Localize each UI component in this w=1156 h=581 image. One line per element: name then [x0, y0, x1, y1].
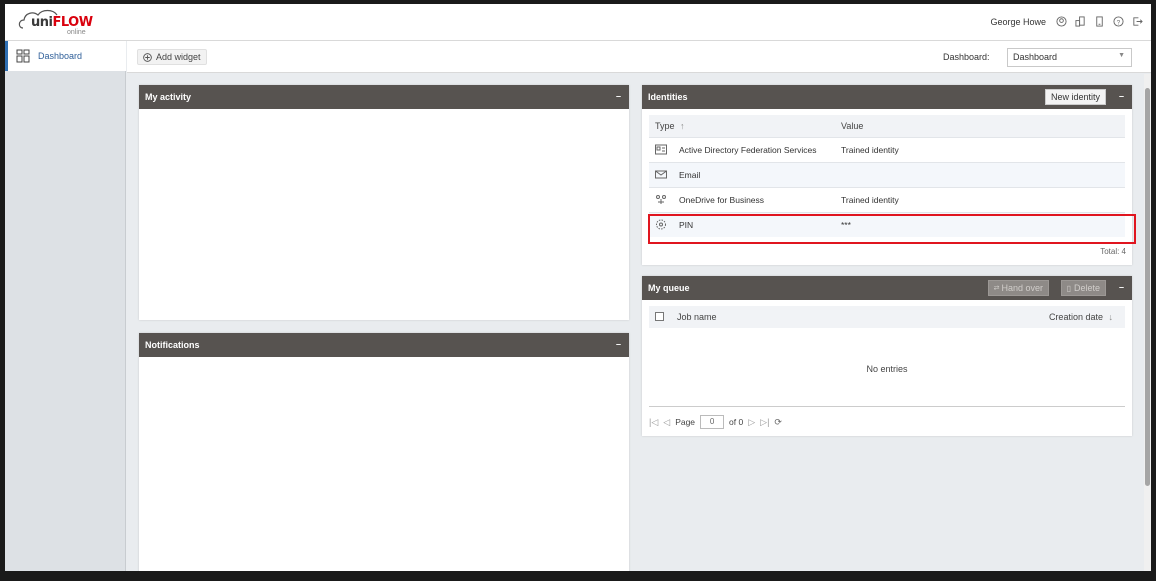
widget-header: Identities New identity – — [642, 85, 1132, 109]
email-icon — [655, 170, 667, 179]
hand-over-icon: ⇄ — [993, 285, 1000, 292]
page-input[interactable]: 0 — [700, 415, 725, 429]
my-queue-widget: My queue ⇄ Hand over ▯ Delete – Job name… — [642, 276, 1132, 436]
empty-state-text: No entries — [866, 364, 908, 374]
page-of-label: of 0 — [729, 417, 744, 427]
dashboard-select-value: Dashboard — [1013, 52, 1058, 62]
table-row[interactable]: Active Directory Federation Services Tra… — [649, 136, 1125, 162]
sort-desc-icon: ↓ — [1108, 312, 1114, 322]
queue-pager: |◁ ◁ Page 0 of 0 ▷ ▷| ⟳ — [649, 406, 1125, 429]
identity-type: Active Directory Federation Services — [679, 144, 817, 155]
column-header-value[interactable]: Value — [835, 115, 1125, 137]
delete-button[interactable]: ▯ Delete — [1060, 280, 1106, 296]
next-page-icon[interactable]: ▷ — [748, 417, 755, 428]
sidebar-item-dashboard[interactable]: Dashboard — [5, 41, 126, 71]
add-widget-button[interactable]: Add widget — [137, 49, 207, 65]
devices-icon[interactable] — [1075, 16, 1086, 27]
collapse-button[interactable]: – — [616, 91, 621, 101]
dashboard-grid-icon — [16, 49, 30, 63]
select-all-checkbox[interactable] — [655, 311, 664, 321]
dashboard-select-label: Dashboard: — [943, 52, 990, 62]
widget-header: My queue ⇄ Hand over ▯ Delete – — [642, 276, 1132, 300]
chevron-down-icon: ▼ — [1118, 52, 1125, 59]
prev-page-icon[interactable]: ◁ — [663, 417, 670, 428]
identities-total: Total: 4 — [1100, 247, 1126, 256]
identity-value — [835, 161, 1125, 187]
queue-table: Job name Creation date ↓ — [649, 306, 1125, 328]
pin-row-highlight — [648, 214, 1136, 244]
identity-type: Email — [679, 169, 701, 180]
user-circle-icon[interactable] — [1056, 16, 1067, 27]
sort-asc-icon: ↑ — [680, 120, 685, 131]
column-header-type[interactable]: Type ↑ — [649, 115, 835, 137]
collapse-button[interactable]: – — [616, 339, 621, 349]
logout-icon[interactable] — [1132, 16, 1143, 27]
collapse-button[interactable]: – — [1119, 91, 1124, 101]
collapse-button[interactable]: – — [1119, 282, 1124, 292]
widget-header: Notifications – — [139, 333, 629, 357]
dashboard-select[interactable]: Dashboard ▼ — [1007, 48, 1132, 67]
page-label: Page — [675, 417, 696, 427]
device-icon[interactable] — [1094, 16, 1105, 27]
onedrive-icon — [656, 195, 666, 204]
widget-title: Notifications — [145, 340, 200, 350]
widget-title: My queue — [648, 283, 690, 293]
app-window: uniFLOW online George Howe ? Dashboard A… — [5, 4, 1151, 571]
hand-over-button[interactable]: ⇄ Hand over — [987, 280, 1049, 296]
table-row[interactable]: OneDrive for Business Trained identity — [649, 186, 1125, 212]
sidebar: Dashboard — [5, 41, 126, 571]
plus-circle-icon — [143, 52, 152, 62]
user-area: George Howe ? — [990, 16, 1143, 27]
trash-icon: ▯ — [1066, 283, 1071, 293]
identity-value: Trained identity — [835, 186, 1125, 212]
last-page-icon[interactable]: ▷| — [760, 417, 769, 428]
widget-header: My activity – — [139, 85, 629, 109]
identity-value: Trained identity — [835, 136, 1125, 162]
notifications-widget: Notifications – — [139, 333, 629, 571]
column-header-creation-date[interactable]: Creation date ↓ — [841, 306, 1125, 328]
refresh-icon[interactable]: ⟳ — [774, 417, 782, 428]
user-name[interactable]: George Howe — [990, 17, 1046, 27]
identity-type: OneDrive for Business — [679, 194, 765, 205]
logo-subtext: online — [67, 29, 86, 36]
my-activity-widget: My activity – — [139, 85, 629, 320]
widget-title: Identities — [648, 92, 688, 102]
id-card-icon — [655, 144, 667, 155]
top-header: uniFLOW online George Howe ? — [5, 4, 1151, 41]
sidebar-item-label: Dashboard — [38, 51, 83, 61]
first-page-icon[interactable]: |◁ — [649, 417, 658, 428]
help-icon[interactable]: ? — [1113, 16, 1124, 27]
table-row[interactable]: Email — [649, 161, 1125, 187]
column-header-job-name[interactable]: Job name — [671, 306, 841, 328]
add-widget-label: Add widget — [156, 52, 201, 62]
scrollbar-thumb[interactable] — [1145, 88, 1150, 486]
uniflow-logo[interactable]: uniFLOW online — [17, 8, 93, 38]
svg-text:?: ? — [1117, 19, 1121, 26]
dashboard-toolbar: Add widget Dashboard: Dashboard ▼ — [127, 41, 1151, 73]
new-identity-button[interactable]: New identity — [1044, 89, 1106, 105]
widget-title: My activity — [145, 92, 192, 102]
logo-text: uniFLOW — [31, 15, 93, 30]
